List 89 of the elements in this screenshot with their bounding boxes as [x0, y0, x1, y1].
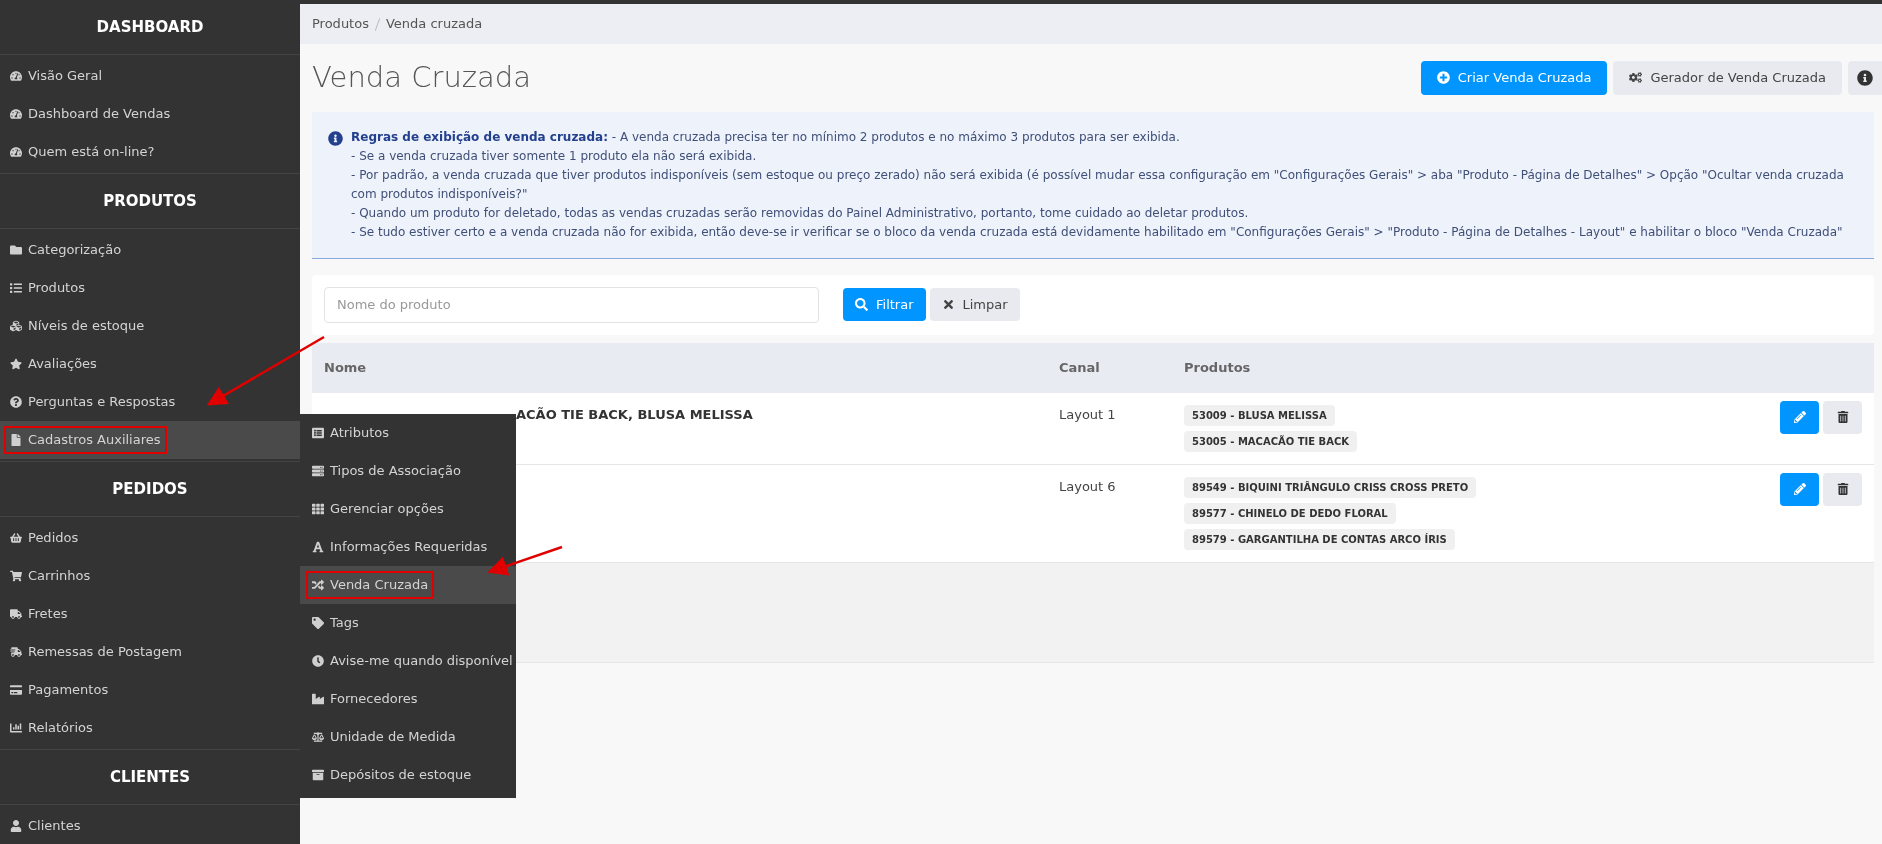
shuffle-icon: [312, 579, 324, 591]
delete-button[interactable]: [1823, 400, 1862, 434]
menu-item[interactable]: Tipos de Associação: [308, 459, 465, 483]
star-icon: [10, 358, 22, 370]
menu-item[interactable]: Unidade de Medida: [308, 725, 460, 749]
server-icon: [312, 465, 324, 477]
product-name-field[interactable]: Nome do produto: [324, 286, 819, 323]
product-tag: 89577 - CHINELO DE DEDO FLORAL: [1184, 502, 1396, 524]
scale-icon: [312, 731, 324, 743]
product-tag: 89579 - GARGANTILHA DE CONTAS ARCO ÍRIS: [1184, 528, 1455, 550]
gauge-icon: [10, 108, 22, 120]
pencil-icon: [1793, 483, 1806, 495]
menu-item[interactable]: Depósitos de estoque: [308, 763, 476, 787]
breadcrumb-item: Venda cruzada: [385, 15, 483, 34]
generator-button[interactable]: Gerador de Venda Cruzada: [1613, 60, 1842, 95]
factory-icon: [312, 693, 324, 705]
menu-item[interactable]: Pedidos: [6, 526, 83, 550]
question-icon: [10, 396, 22, 408]
plus-icon: [1436, 71, 1450, 85]
menu-item[interactable]: Gerenciar opções: [308, 497, 448, 521]
breadcrumb-item[interactable]: Produtos: [312, 14, 369, 34]
info-text: Regras de exibição de venda cruzada: - A venda cruzada precisa ter no mínimo 2 produtos e no máximo 3 produtos para ser exibida.: [351, 128, 1181, 146]
table-cell: Layout 6: [1059, 478, 1116, 494]
truck-icon: [10, 608, 22, 620]
file-icon: [10, 434, 22, 446]
menu-item[interactable]: Dashboard de Vendas: [6, 102, 175, 126]
trash-icon: [1836, 411, 1849, 423]
column-header: Canal: [1047, 342, 1172, 393]
menu-item[interactable]: Tags: [308, 611, 363, 635]
card-icon: [10, 684, 22, 696]
menu-item[interactable]: Visão Geral: [6, 64, 107, 88]
column-header: Nome: [312, 342, 1047, 393]
list-icon: [312, 427, 324, 439]
basket-icon: [10, 532, 22, 544]
menu-item[interactable]: Avise-me quando disponível: [308, 649, 517, 673]
info-text: - Por padrão, a venda cruzada que tiver produtos indisponíveis (sem estoque ou preço zerado) não será exibida (é possível mudar essa configuração em "Configurações Gerais" > aba "Produto - Página de Detalhes" > Opção "Ocultar venda cruzada com produtos indisponíveis?": [351, 166, 1845, 203]
gauge-icon: [10, 146, 22, 158]
page-title: Venda Cruzada: [312, 59, 531, 96]
cubes-icon: [10, 320, 22, 332]
info-text: - Se tudo estiver certo e a venda cruzada não for exibida, então deve-se ir verificar se o bloco da venda cruzada está devidamente habilitado em "Configurações Gerais" > "Produto - Página de Detalhes - Layout" e habilitar o bloco "Venda Cruzada": [351, 223, 1844, 241]
column-header: Produtos: [1172, 342, 1698, 393]
close-icon: [941, 298, 955, 311]
gauge-icon: [10, 70, 22, 82]
product-tag: 89549 - BIQUINI TRIÂNGULO CRISS CROSS PRETO: [1184, 476, 1477, 498]
menu-item[interactable]: Pagamentos: [6, 678, 113, 702]
menu-item[interactable]: Avaliações: [6, 352, 101, 376]
list-icon: [10, 282, 22, 294]
section-header: PEDIDOS: [112, 478, 188, 500]
section-header: DASHBOARD: [96, 16, 204, 38]
bar-chart-icon: [10, 722, 22, 734]
section-header: PRODUTOS: [103, 190, 197, 212]
table-cell-text: ACÃO TIE BACK, BLUSA MELISSA: [516, 405, 754, 424]
folder-icon: [10, 244, 22, 256]
truck-icon: [10, 646, 22, 658]
menu-item[interactable]: Categorização: [6, 238, 126, 262]
delete-button[interactable]: [1823, 472, 1862, 506]
info-text: - Se a venda cruzada tiver somente 1 produto ela não será exibida.: [351, 147, 758, 165]
gears-icon: [1629, 71, 1643, 85]
letter-icon: [312, 541, 324, 553]
menu-item[interactable]: Clientes: [6, 814, 85, 838]
pencil-icon: [1793, 411, 1806, 423]
section-header: CLIENTES: [109, 766, 191, 788]
info-button[interactable]: [1848, 60, 1882, 95]
info-icon: [1857, 69, 1873, 86]
menu-item[interactable]: Fornecedores: [308, 687, 422, 711]
menu-item[interactable]: Fretes: [6, 602, 72, 626]
product-tag: 53005 - MACACÃO TIE BACK: [1184, 430, 1358, 452]
menu-item[interactable]: Quem está on-line?: [6, 140, 159, 164]
tag-icon: [312, 617, 324, 629]
trash-icon: [1836, 483, 1849, 495]
search-icon: [855, 298, 868, 311]
menu-item[interactable]: Atributos: [308, 421, 394, 445]
grid-icon: [312, 503, 324, 515]
user-icon: [10, 820, 22, 832]
menu-item[interactable]: Informações Requeridas: [308, 535, 492, 559]
product-tag: 53009 - BLUSA MELISSA: [1184, 404, 1335, 426]
info-icon: [328, 130, 343, 146]
clock-icon: [312, 655, 324, 667]
menu-item[interactable]: Remessas de Postagem: [6, 640, 186, 664]
info-text: - Quando um produto for deletado, todas as vendas cruzadas serão removidas do Painel Administrativo, portanto, tome cuidado ao deletar produtos.: [351, 204, 1250, 222]
menu-item[interactable]: Níveis de estoque: [6, 314, 149, 338]
archive-icon: [312, 769, 324, 781]
menu-item[interactable]: Carrinhos: [6, 564, 95, 588]
menu-item[interactable]: Produtos: [6, 276, 89, 300]
clear-button[interactable]: Limpar: [929, 288, 1020, 321]
menu-item[interactable]: Relatórios: [6, 716, 97, 740]
cart-icon: [10, 570, 22, 582]
menu-item[interactable]: Perguntas e Respostas: [6, 390, 180, 414]
table-cell: Layout 1: [1059, 406, 1116, 422]
